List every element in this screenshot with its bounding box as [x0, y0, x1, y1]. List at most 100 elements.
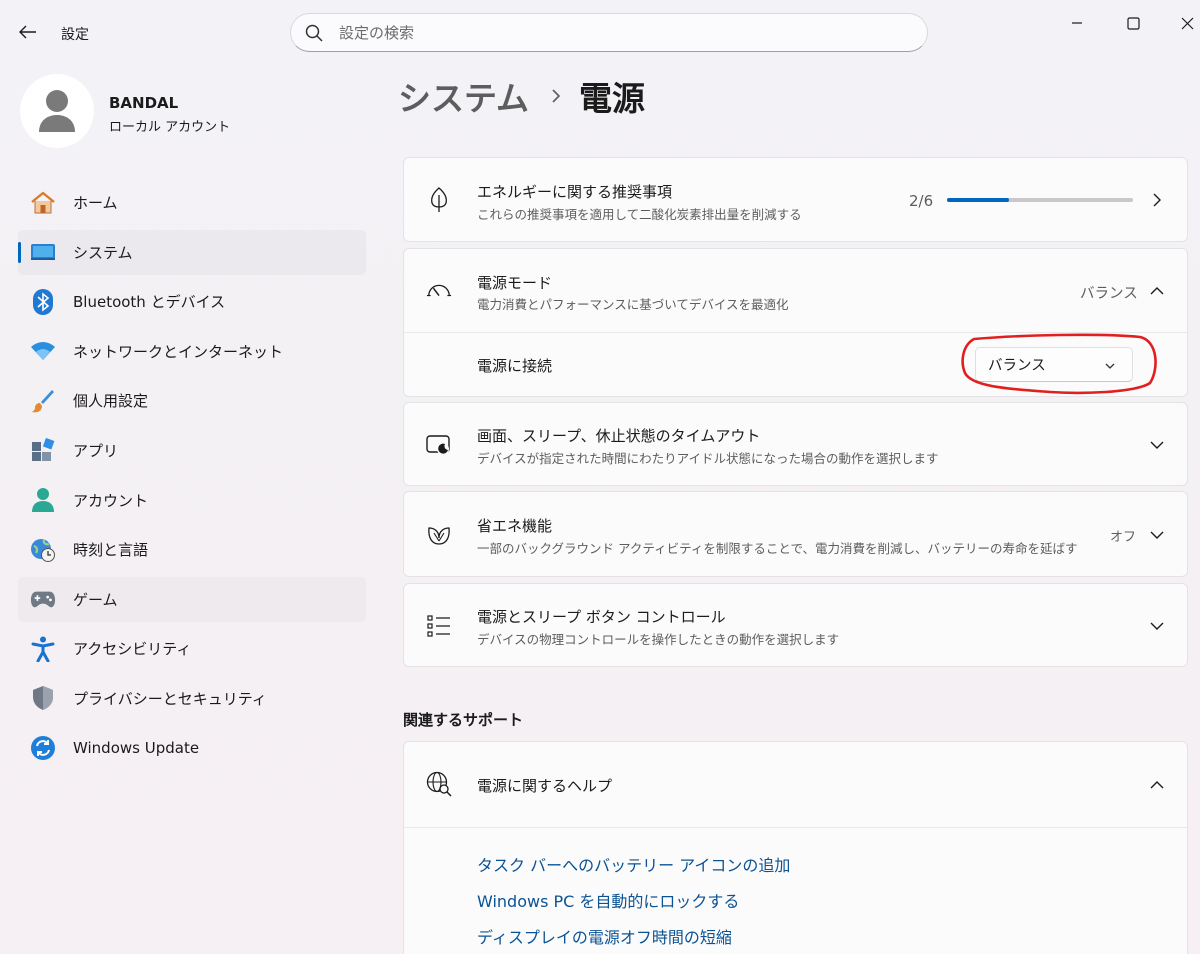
- user-profile[interactable]: BANDAL ローカル アカウント: [20, 74, 360, 150]
- sidebar-item-label: ネットワークとインターネット: [73, 342, 284, 361]
- power-mode-subtitle: 電力消費とパフォーマンスに基づいてデバイスを最適化: [477, 297, 789, 312]
- power-help-card: 電源に関するヘルプ: [403, 741, 1188, 954]
- power-mode-title: 電源モード: [477, 274, 553, 292]
- sidebar-item-label: アカウント: [73, 491, 149, 510]
- power-buttons-subtitle: デバイスの物理コントロールを操作したときの動作を選択します: [477, 632, 840, 647]
- help-link-display-off[interactable]: ディスプレイの電源オフ時間の短縮: [477, 924, 732, 948]
- bluetooth-icon: [30, 288, 56, 315]
- leaf-icon: [426, 187, 452, 213]
- dropdown-selected-value: バランス: [988, 358, 1046, 374]
- energy-saver-leaf-icon: [426, 522, 452, 548]
- search-box[interactable]: [290, 13, 928, 52]
- sidebar-item-label: Bluetooth とデバイス: [73, 293, 226, 312]
- screen-sleep-card[interactable]: 画面、スリープ、休止状態のタイムアウト デバイスが指定された時間にわたりアイドル…: [403, 402, 1188, 486]
- power-mode-value: バランス: [1080, 286, 1138, 302]
- sidebar-item-label: 時刻と言語: [73, 541, 149, 560]
- selection-indicator: [18, 241, 21, 263]
- energy-subtitle: これらの推奨事項を適用して二酸化炭素排出量を削減する: [477, 207, 802, 222]
- sidebar-item-label: アプリ: [73, 441, 119, 460]
- list-icon: [426, 613, 452, 639]
- sidebar-nav: ホーム システム Bluetooth とデバイス ネットワークとインターネット …: [18, 180, 366, 775]
- wifi-icon: [30, 338, 56, 364]
- screen-sleep-icon: [426, 432, 452, 458]
- app-title: 設定: [61, 27, 89, 43]
- user-silhouette-icon: [39, 90, 75, 132]
- power-mode-card: 電源モード 電力消費とパフォーマンスに基づいてデバイスを最適化 バランス 電源に…: [403, 248, 1188, 397]
- minimize-button[interactable]: [1054, 8, 1100, 38]
- globe-search-icon: [426, 771, 452, 797]
- gamepad-icon: [30, 586, 56, 612]
- chevron-down-icon[interactable]: [1147, 616, 1167, 636]
- sidebar-item-label: 個人用設定: [73, 392, 149, 411]
- sidebar-item-privacy-security[interactable]: プライバシーとセキュリティ: [18, 676, 366, 721]
- close-button[interactable]: [1164, 8, 1200, 38]
- plugged-in-row: 電源に接続 バランス: [404, 333, 1187, 397]
- energy-progress-text: 2/6: [909, 192, 934, 210]
- speedometer-icon: [426, 277, 452, 303]
- title-bar: 設定: [0, 0, 1200, 64]
- apps-icon: [30, 437, 56, 463]
- profile-name: BANDAL: [109, 94, 179, 112]
- brush-icon: [30, 388, 56, 414]
- account-icon: [30, 487, 56, 513]
- power-help-header[interactable]: 電源に関するヘルプ: [404, 742, 1187, 828]
- sidebar-item-network[interactable]: ネットワークとインターネット: [18, 329, 366, 374]
- plugged-in-label: 電源に接続: [477, 357, 553, 375]
- energy-saver-value: オフ: [1110, 530, 1137, 545]
- sidebar-item-windows-update[interactable]: Windows Update: [18, 726, 366, 771]
- sidebar-item-accounts[interactable]: アカウント: [18, 478, 366, 523]
- power-help-title: 電源に関するヘルプ: [477, 777, 613, 795]
- power-buttons-card[interactable]: 電源とスリープ ボタン コントロール デバイスの物理コントロールを操作したときの…: [403, 583, 1188, 667]
- avatar: [20, 74, 94, 148]
- chevron-right-icon[interactable]: [1147, 190, 1167, 210]
- shield-icon: [30, 685, 56, 711]
- minimize-icon: [1072, 22, 1082, 24]
- chevron-down-icon: [1104, 357, 1116, 376]
- chevron-down-icon[interactable]: [1147, 435, 1167, 455]
- sidebar-item-label: Windows Update: [73, 739, 200, 758]
- help-link-auto-lock[interactable]: Windows PC を自動的にロックする: [477, 888, 739, 912]
- breadcrumb: システム 電源: [398, 74, 645, 118]
- energy-saver-card[interactable]: 省エネ機能 一部のバックグラウンド アクティビティを制限することで、電力消費を削…: [403, 491, 1188, 577]
- back-button[interactable]: [14, 20, 42, 44]
- chevron-right-icon: [551, 88, 561, 104]
- energy-title: エネルギーに関する推奨事項: [477, 183, 673, 201]
- arrow-left-icon: [19, 25, 36, 39]
- plugged-in-power-mode-dropdown[interactable]: バランス: [975, 347, 1133, 382]
- sidebar-item-label: ゲーム: [73, 590, 118, 609]
- sidebar-item-bluetooth[interactable]: Bluetooth とデバイス: [18, 279, 366, 324]
- sidebar-item-time-language[interactable]: 時刻と言語: [18, 527, 366, 572]
- search-icon: [305, 24, 323, 42]
- breadcrumb-parent[interactable]: システム: [398, 72, 529, 120]
- sidebar-item-label: システム: [73, 243, 133, 262]
- help-link-battery-icon[interactable]: タスク バーへのバッテリー アイコンの追加: [477, 852, 790, 876]
- screen-sleep-title: 画面、スリープ、休止状態のタイムアウト: [477, 427, 761, 445]
- related-support-heading: 関連するサポート: [403, 711, 524, 729]
- sidebar-item-label: プライバシーとセキュリティ: [73, 689, 267, 708]
- maximize-button[interactable]: [1110, 8, 1156, 38]
- energy-progress-fill: [947, 198, 1009, 202]
- sidebar-item-gaming[interactable]: ゲーム: [18, 576, 366, 622]
- chevron-down-icon[interactable]: [1147, 525, 1167, 545]
- close-icon: [1181, 17, 1193, 29]
- sidebar-item-personalization[interactable]: 個人用設定: [18, 378, 366, 423]
- sidebar-item-system[interactable]: システム: [18, 229, 366, 275]
- power-buttons-title: 電源とスリープ ボタン コントロール: [477, 608, 726, 626]
- sidebar-item-accessibility[interactable]: アクセシビリティ: [18, 626, 366, 671]
- system-icon: [30, 239, 56, 265]
- chevron-up-icon[interactable]: [1147, 281, 1167, 301]
- search-input[interactable]: [339, 23, 879, 42]
- power-mode-header[interactable]: 電源モード 電力消費とパフォーマンスに基づいてデバイスを最適化 バランス: [404, 249, 1187, 333]
- chevron-up-icon[interactable]: [1147, 775, 1167, 795]
- sidebar-item-home[interactable]: ホーム: [18, 180, 366, 225]
- energy-progress-bar: [947, 198, 1133, 202]
- home-icon: [30, 190, 56, 216]
- profile-account-type: ローカル アカウント: [109, 120, 231, 135]
- accessibility-icon: [30, 636, 56, 662]
- energy-saver-subtitle: 一部のバックグラウンド アクティビティを制限することで、電力消費を削減し、バッテ…: [477, 541, 1078, 556]
- sidebar-item-label: ホーム: [73, 194, 118, 212]
- clock-globe-icon: [30, 537, 56, 563]
- sidebar-item-apps[interactable]: アプリ: [18, 428, 366, 473]
- energy-recommendations-card[interactable]: エネルギーに関する推奨事項 これらの推奨事項を適用して二酸化炭素排出量を削減する…: [403, 157, 1188, 242]
- energy-saver-title: 省エネ機能: [477, 517, 553, 535]
